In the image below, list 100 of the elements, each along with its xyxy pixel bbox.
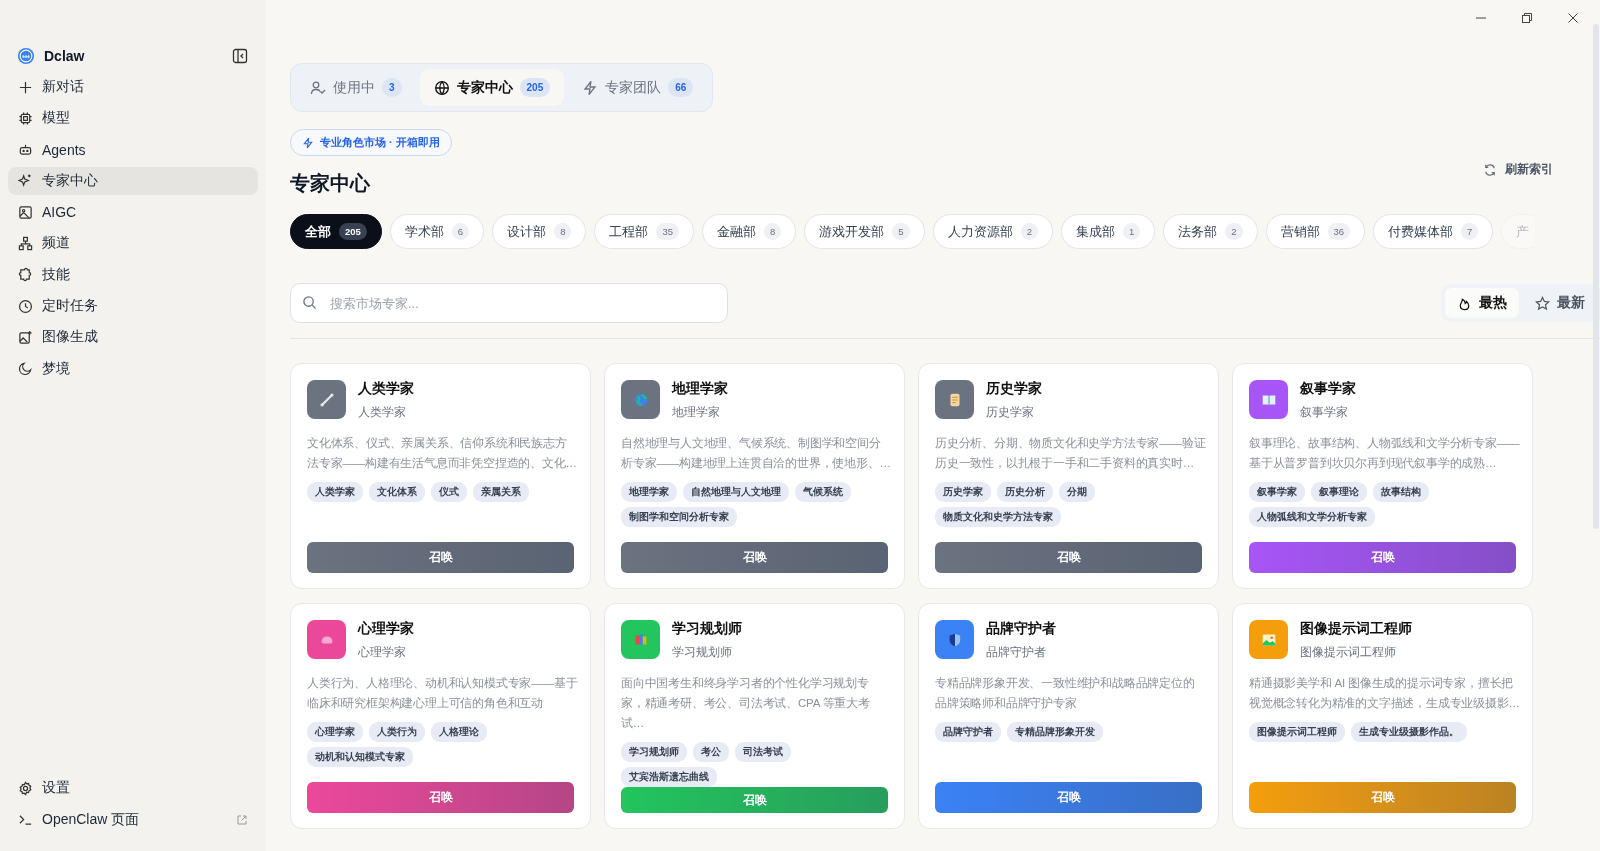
count-badge: 3: [382, 78, 402, 97]
tag: 艾宾浩斯遗忘曲线: [621, 767, 717, 787]
sidebar-item[interactable]: 频道: [8, 229, 258, 258]
expert-description: 面向中国考生和终身学习者的个性化学习规划专家，精通考研、考公、司法考试、CPA 等重大考试…: [621, 676, 871, 731]
globe-icon: [433, 79, 450, 96]
moon-icon: [18, 361, 33, 377]
expert-name: 学习规划师: [672, 620, 742, 638]
search-field[interactable]: 搜索市场专家...: [290, 283, 728, 323]
tag: 自然地理与人文地理: [683, 482, 789, 502]
close-icon[interactable]: [1567, 12, 1579, 24]
expert-subtitle: 心理学家: [358, 644, 407, 661]
tag: 人物弧线和文学分析专家: [1249, 507, 1375, 527]
category-pill[interactable]: 法务部 2: [1163, 214, 1258, 249]
tag: 人类行为: [369, 722, 425, 742]
sort-button[interactable]: 最热: [1445, 288, 1519, 318]
category-pill[interactable]: 营销部 36: [1265, 214, 1366, 249]
restore-icon[interactable]: [1521, 12, 1533, 24]
category-pill[interactable]: 学术部 6: [389, 214, 485, 249]
external-link-icon: [236, 813, 248, 826]
expert-name: 叙事学家: [1300, 380, 1356, 398]
category-pill[interactable]: 工程部 35: [594, 214, 695, 249]
sparkle-icon: [18, 173, 33, 189]
brand-name: Dclaw: [44, 48, 86, 64]
expert-name: 历史学家: [986, 380, 1042, 398]
tag: 分期: [1059, 482, 1095, 502]
tag: 司法考试: [735, 742, 791, 762]
expert-description: 自然地理与人文地理、气候系统、制图学和空间分析专家——构建地理上连贯自洽的世界，使地形、…: [621, 436, 892, 471]
summon-button[interactable]: 召唤: [621, 542, 888, 573]
search-icon: [302, 295, 317, 310]
chip-icon: [18, 110, 33, 126]
sidebar-footer-item[interactable]: OpenClaw 页面: [8, 805, 258, 834]
category-pill[interactable]: 金融部 8: [702, 214, 797, 249]
expert-description: 人类行为、人格理论、动机和认知模式专家——基于临床和研究框架构建心理上可信的角色和互动: [307, 676, 578, 711]
terminal-icon: [18, 812, 33, 828]
sidebar-item[interactable]: 定时任务: [8, 292, 258, 321]
expert-subtitle: 历史学家: [986, 404, 1035, 421]
category-pill[interactable]: 人力资源部 2: [932, 214, 1053, 249]
tab[interactable]: 使用中 3: [296, 69, 416, 106]
sidebar-item[interactable]: 模型: [8, 104, 258, 133]
expert-name: 品牌守护者: [986, 620, 1056, 638]
tag: 历史分析: [997, 482, 1053, 502]
expert-name: 心理学家: [358, 620, 414, 638]
count-badge: 205: [519, 78, 551, 97]
expert-description: 专精品牌形象开发、一致性维护和战略品牌定位的品牌策略师和品牌守护专家: [935, 676, 1196, 711]
tab[interactable]: 专家团队 66: [568, 69, 708, 106]
expert-description: 历史分析、分期、物质文化和史学方法专家——验证历史一致性，以扎根于一手和二手资料的真实时…: [935, 436, 1206, 471]
summon-button[interactable]: 召唤: [1249, 542, 1516, 573]
category-pill[interactable]: 全部 205: [290, 214, 382, 249]
summon-button[interactable]: 召唤: [307, 782, 574, 813]
logo-icon: [17, 47, 35, 65]
expert-description: 文化体系、仪式、亲属关系、信仰系统和民族志方法专家——构建有生活气息而非凭空捏造的、文化…: [307, 436, 578, 471]
sidebar-item[interactable]: Agents: [8, 135, 258, 164]
lightning-icon: [582, 79, 599, 96]
tag: 图像提示词工程师: [1249, 722, 1345, 742]
image-icon: [18, 204, 33, 220]
summon-button[interactable]: 召唤: [307, 542, 574, 573]
clock-icon: [18, 298, 33, 314]
settings-icon: [18, 780, 33, 796]
expert-subtitle: 学习规划师: [672, 644, 733, 661]
image-plus-icon: [18, 329, 33, 345]
tag: 亲属关系: [473, 482, 529, 502]
tag: 品牌守护者: [935, 722, 1001, 742]
expert-subtitle: 人类学家: [358, 404, 407, 421]
sidebar-item[interactable]: 专家中心: [8, 166, 258, 195]
tag: 叙事学家: [1249, 482, 1305, 502]
sidebar-toggle-icon[interactable]: [232, 48, 248, 64]
tag: 人格理论: [431, 722, 487, 742]
tag: 仪式: [431, 482, 467, 502]
category-pill[interactable]: 集成部 1: [1060, 214, 1156, 249]
market-badge: 专业角色市场 · 开箱即用: [290, 129, 452, 156]
tag: 学习规划师: [621, 742, 687, 762]
sidebar-item[interactable]: 技能: [8, 260, 258, 289]
summon-button[interactable]: 召唤: [935, 542, 1202, 573]
lightning-icon: [302, 136, 314, 149]
expert-subtitle: 品牌守护者: [986, 644, 1047, 661]
sidebar-item[interactable]: 图像生成: [8, 323, 258, 352]
tag: 动机和认知模式专家: [307, 747, 413, 767]
category-pill[interactable]: 付费媒体部 7: [1373, 214, 1494, 249]
tag: 气候系统: [795, 482, 851, 502]
tag: 考公: [693, 742, 729, 762]
category-pill[interactable]: 游戏开发部 5: [804, 214, 925, 249]
tag: 叙事理论: [1311, 482, 1367, 502]
summon-button[interactable]: 召唤: [935, 782, 1202, 813]
tag: 文化体系: [369, 482, 425, 502]
expert-name: 图像提示词工程师: [1300, 620, 1412, 638]
sidebar-item[interactable]: 梦境: [8, 354, 258, 383]
sidebar-footer-item[interactable]: 设置: [8, 774, 258, 803]
tag: 生成专业级摄影作品。: [1351, 722, 1467, 742]
tab[interactable]: 专家中心 205: [419, 69, 565, 106]
refresh-button[interactable]: 刷新索引: [1477, 160, 1559, 179]
robot-icon: [18, 142, 33, 158]
category-pill[interactable]: 设计部 8: [492, 214, 587, 249]
tag: 历史学家: [935, 482, 991, 502]
tag: 地理学家: [621, 482, 677, 502]
sort-button[interactable]: 最新: [1523, 288, 1597, 318]
sidebar-item[interactable]: 新对话: [8, 73, 258, 101]
star-icon: [1535, 295, 1550, 311]
sidebar-item[interactable]: AIGC: [8, 198, 258, 227]
tag: 故事结构: [1373, 482, 1429, 502]
tag: 制图学和空间分析专家: [621, 507, 737, 527]
